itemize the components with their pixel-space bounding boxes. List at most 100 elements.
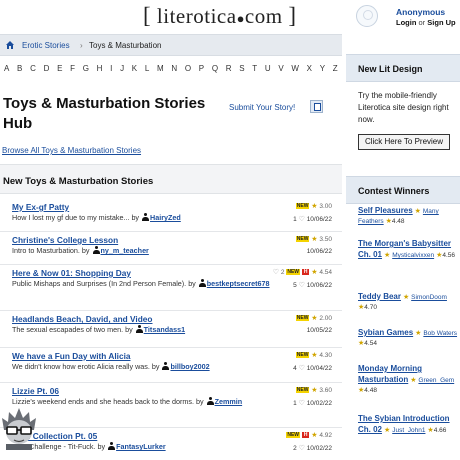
story-description: Cum Challenge - Tit-Fuck. by FantasyLurk… (12, 442, 270, 451)
login-link[interactable]: Login (396, 18, 416, 27)
story-author-link[interactable]: HairyZed (150, 213, 181, 222)
new-badge: NEW (295, 236, 310, 242)
user-icon (92, 246, 100, 254)
alphabet-letter[interactable]: X (307, 64, 312, 78)
alphabet-letter[interactable]: K (132, 64, 137, 78)
by-label: by (97, 442, 106, 451)
story-title-link[interactable]: Lizzie Pt. 06 (12, 386, 59, 396)
new-badge: NEW (286, 269, 300, 275)
alphabet-letter[interactable]: O (185, 64, 191, 78)
alphabet-letter[interactable]: B (17, 64, 22, 78)
story-author-link[interactable]: Zemmin (215, 397, 243, 406)
site-logo[interactable]: [ literotica●com ] (0, 0, 342, 32)
winner-rating: 4.54 (364, 340, 377, 347)
alphabet-letter[interactable]: M (157, 64, 164, 78)
signup-link[interactable]: Sign Up (427, 18, 455, 27)
winner-author-link[interactable]: Mysticalvixxen (392, 252, 434, 259)
story-description: Public Mishaps and Surprises (In 2nd Per… (12, 279, 270, 288)
story-title-link[interactable]: Christine's College Lesson (12, 235, 118, 245)
alphabet-letter[interactable]: D (44, 64, 50, 78)
winner-rating: 4.48 (364, 387, 377, 394)
alphabet-letter[interactable]: Y (320, 64, 325, 78)
winner-title-link[interactable]: Teddy Bear (358, 292, 401, 301)
browse-all-link[interactable]: Browse All Toys & Masturbation Stories (2, 146, 141, 155)
winner-title-link[interactable]: Self Pleasures (358, 206, 413, 215)
story-title-link[interactable]: Headlands Beach, David, and Video (12, 314, 152, 324)
story-desc-text: Intro to Masturbation. (12, 246, 80, 255)
home-icon[interactable] (5, 40, 15, 50)
star-icon: ★ (311, 203, 318, 210)
winner-title-link[interactable]: Sybian Games (358, 328, 413, 337)
alphabet-letter[interactable]: W (291, 64, 299, 78)
story-meta: NEW ★ 3.50 (262, 235, 332, 243)
star-icon: ★ (311, 269, 318, 276)
winner-author-link[interactable]: Green_Gem (418, 377, 454, 384)
story-row: Here & Now 01: Shopping Day Public Mishap… (0, 265, 342, 311)
story-title-link[interactable]: My Ex-gf Patty (12, 202, 69, 212)
alphabet-letter[interactable]: A (4, 64, 9, 78)
preview-button[interactable]: Click Here To Preview (358, 134, 450, 150)
award-icon: ★ (383, 252, 391, 259)
story-meta: NEW ★ 2.00 (262, 314, 332, 322)
story-meta-date: 5 ♡ 10/06/22 (252, 281, 332, 289)
hot-badge: H (301, 269, 310, 275)
alphabet-letter[interactable]: R (226, 64, 232, 78)
alphabet-letter[interactable]: Z (333, 64, 338, 78)
story-date: 10/06/22 (306, 216, 332, 223)
story-comments: 4 (293, 365, 297, 372)
alphabet-letter[interactable]: S (239, 64, 244, 78)
story-row: My Ex-gf Patty How I lost my gf due to my… (0, 199, 342, 232)
story-rating: 4.54 (319, 269, 332, 276)
design-panel-heading: New Lit Design (346, 54, 460, 82)
winner-author-link[interactable]: SimonDoom (411, 294, 447, 301)
star-icon: ★ (311, 352, 318, 359)
alphabet-letter[interactable]: L (145, 64, 149, 78)
alphabet-letter[interactable]: F (70, 64, 75, 78)
comment-icon: ♡ (298, 282, 305, 289)
story-description: We didn't know how erotic Alicia really … (12, 362, 270, 371)
user-icon (162, 362, 170, 370)
alphabet-letter[interactable]: E (57, 64, 62, 78)
alphabet-letter[interactable]: N (171, 64, 177, 78)
story-rating: 3.00 (319, 203, 332, 210)
award-icon: ★ (383, 427, 391, 434)
submit-story-link[interactable]: Submit Your Story! (229, 103, 295, 112)
story-meta-date: 4 ♡ 10/04/22 (252, 364, 332, 372)
breadcrumb-current: Toys & Masturbation (89, 41, 162, 50)
alphabet-letter[interactable]: G (83, 64, 89, 78)
winner-author-link[interactable]: Just_John1 (392, 427, 425, 434)
alphabet-letter[interactable]: C (30, 64, 36, 78)
alphabet-letter[interactable]: P (199, 64, 204, 78)
story-desc-text: Lizzie's weekend ends and she heads back… (12, 397, 194, 406)
avatar-icon[interactable] (356, 5, 378, 27)
comment-icon: ♡ (298, 365, 305, 372)
alphabet-letter[interactable]: Q (212, 64, 218, 78)
new-badge: NEW (295, 315, 310, 321)
story-author-link[interactable]: billboy2002 (170, 362, 209, 371)
by-label: by (188, 279, 196, 288)
winner-author-link[interactable]: Bob Waters (423, 330, 457, 337)
comment-icon: ♡ (298, 400, 305, 407)
award-icon: ★ (402, 294, 410, 301)
user-icon (198, 279, 206, 287)
alphabet-letter[interactable]: U (265, 64, 271, 78)
alphabet-letter[interactable]: J (120, 64, 124, 78)
story-author-link[interactable]: Titsandass1 (144, 325, 185, 334)
story-title-link[interactable]: Here & Now 01: Shopping Day (12, 268, 131, 278)
submit-story-icon[interactable] (310, 100, 323, 113)
breadcrumb-erotic-stories[interactable]: Erotic Stories (22, 41, 70, 50)
story-meta-date: 10/05/22 (252, 327, 332, 334)
new-badge: NEW (286, 432, 300, 438)
alphabet-letter[interactable]: T (252, 64, 257, 78)
logo-tld: com (244, 4, 283, 28)
alphabet-letter[interactable]: V (278, 64, 283, 78)
story-favorites: 2 (280, 269, 285, 276)
story-title-link[interactable]: We have a Fun Day with Alicia (12, 351, 131, 361)
story-date: 10/02/22 (306, 400, 332, 407)
story-author-link[interactable]: ny_m_teacher (101, 246, 149, 255)
star-icon: ★ (311, 387, 318, 394)
story-author-link[interactable]: FantasyLurker (116, 442, 166, 451)
winner-item: Monday Morning Masturbation ★ Green_Gem … (358, 364, 460, 396)
alphabet-letter[interactable]: H (97, 64, 103, 78)
alphabet-letter[interactable]: I (110, 64, 112, 78)
